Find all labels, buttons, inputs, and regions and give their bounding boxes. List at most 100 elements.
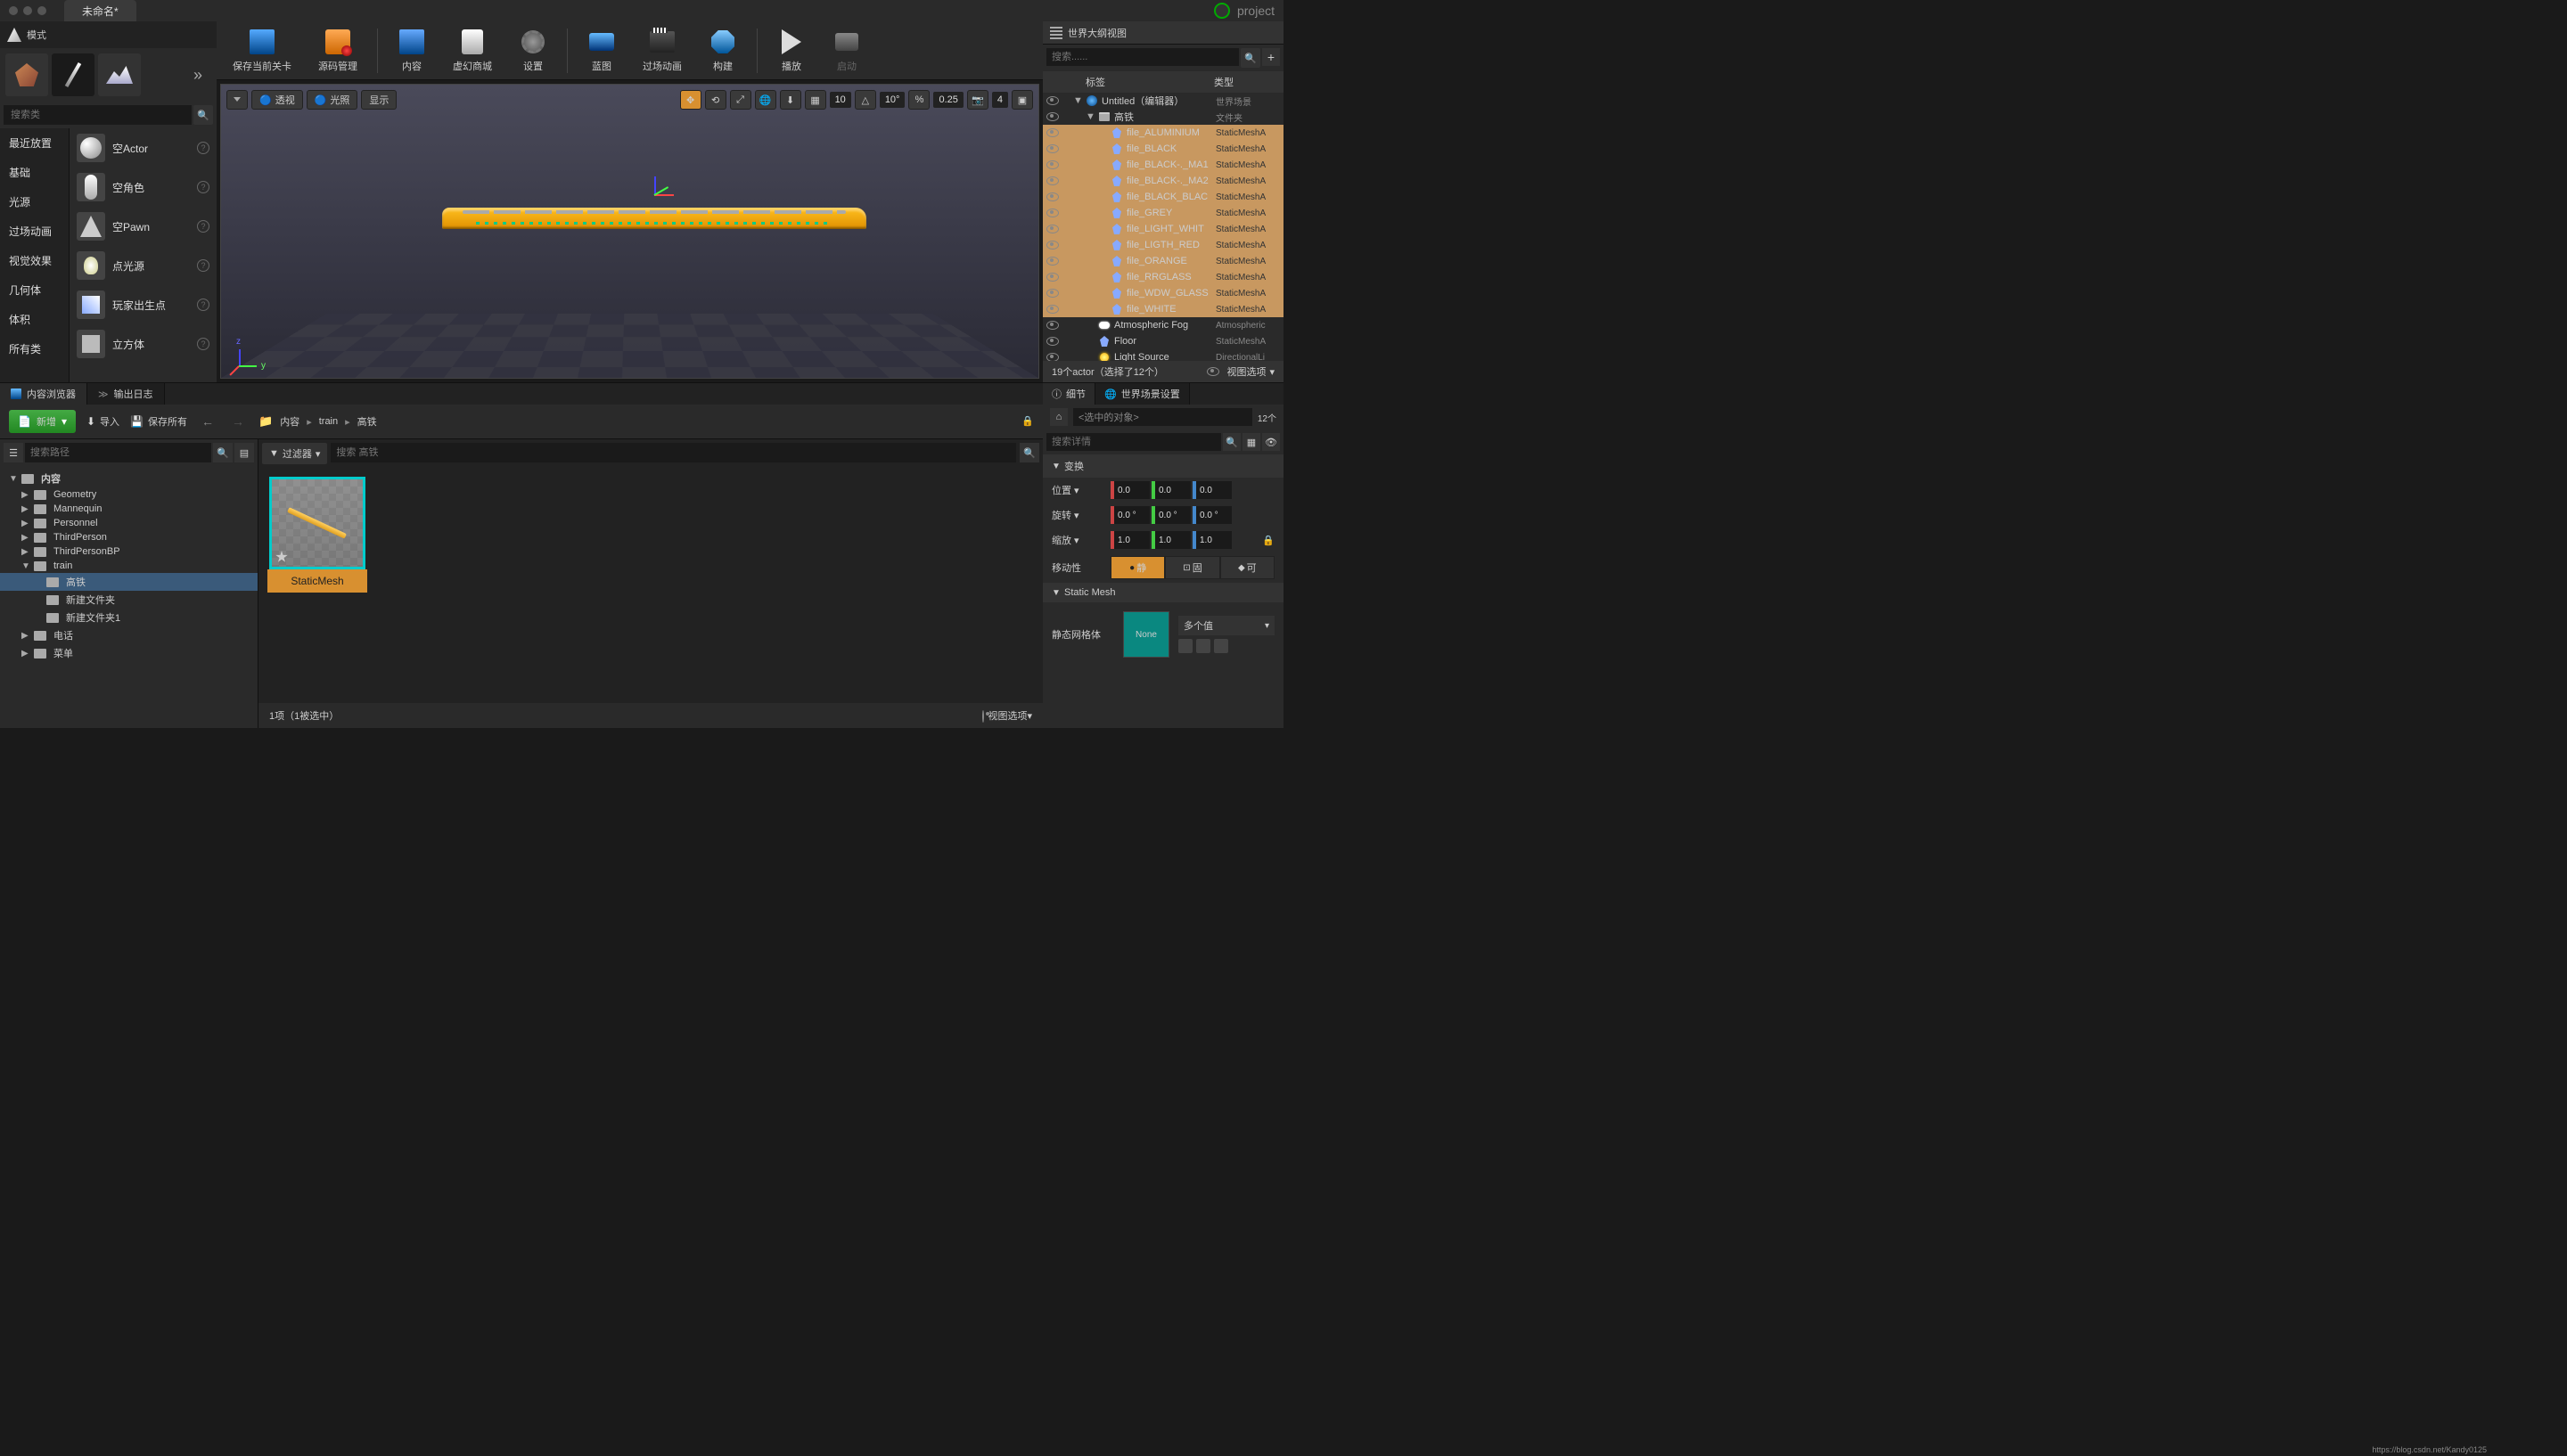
mobility-static-button[interactable]: ● 静: [1111, 556, 1165, 579]
outliner-row[interactable]: file_GREYStaticMeshA: [1043, 205, 1284, 221]
eye-icon[interactable]: 👁: [1262, 433, 1280, 451]
home-button[interactable]: ⌂: [1050, 408, 1068, 426]
scale-gizmo-button[interactable]: ⤢: [730, 90, 751, 110]
breadcrumb-item[interactable]: 高铁: [357, 414, 377, 429]
mesh-dropdown[interactable]: 多个值 ▾: [1178, 616, 1275, 635]
outliner-row[interactable]: file_BLACKStaticMeshA: [1043, 141, 1284, 157]
place-item[interactable]: 点光源?: [70, 246, 217, 285]
scale-snap-button[interactable]: %: [908, 90, 930, 110]
location-z-input[interactable]: 0.0: [1193, 481, 1232, 499]
tab-output-log[interactable]: ≫输出日志: [87, 383, 165, 405]
rotation-x-input[interactable]: 0.0 °: [1111, 506, 1150, 524]
grid-snap-value[interactable]: 10: [830, 92, 851, 108]
collapse-tree-button[interactable]: ▤: [234, 443, 254, 462]
category-体积[interactable]: 体积: [0, 305, 69, 334]
matrix-view-button[interactable]: ▦: [1242, 433, 1260, 451]
category-最近放置[interactable]: 最近放置: [0, 128, 69, 158]
maximize-dot[interactable]: [37, 6, 46, 15]
translate-gizmo-button[interactable]: ✥: [680, 90, 701, 110]
col-type[interactable]: 类型: [1214, 75, 1276, 89]
outliner-row[interactable]: ▼Untitled（编辑器）世界场景: [1043, 93, 1284, 109]
angle-snap-value[interactable]: 10°: [880, 92, 906, 108]
scale-snap-value[interactable]: 0.25: [933, 92, 963, 108]
category-几何体[interactable]: 几何体: [0, 275, 69, 305]
scale-lock-icon[interactable]: 🔒: [1262, 535, 1275, 546]
category-光源[interactable]: 光源: [0, 187, 69, 217]
outliner-row[interactable]: file_WHITEStaticMeshA: [1043, 301, 1284, 317]
folder-row[interactable]: ▶菜单: [0, 644, 258, 662]
outliner-row[interactable]: file_BLACK_BLACStaticMeshA: [1043, 189, 1284, 205]
section-transform[interactable]: ▼变换: [1043, 454, 1284, 478]
folder-row[interactable]: ▶ThirdPersonBP: [0, 544, 258, 559]
maximize-viewport-button[interactable]: ▣: [1012, 90, 1033, 110]
outliner-row[interactable]: Light SourceDirectionalLi: [1043, 349, 1284, 361]
category-所有类[interactable]: 所有类: [0, 334, 69, 364]
train-mesh[interactable]: [442, 208, 867, 229]
toolbar-过场动画[interactable]: 过场动画: [636, 24, 689, 77]
scale-z-input[interactable]: 1.0: [1193, 531, 1232, 549]
search-icon[interactable]: 🔍: [1241, 48, 1260, 68]
location-x-input[interactable]: 0.0: [1111, 481, 1150, 499]
outliner-row[interactable]: file_ALUMINIUMStaticMeshA: [1043, 125, 1284, 141]
scale-y-input[interactable]: 1.0: [1152, 531, 1191, 549]
place-item[interactable]: 空角色?: [70, 168, 217, 207]
mesh-thumbnail[interactable]: None: [1123, 611, 1169, 658]
toolbar-源码管理[interactable]: 源码管理: [311, 24, 365, 77]
lock-icon[interactable]: 🔒: [1021, 415, 1034, 428]
outliner-row[interactable]: Atmospheric FogAtmospheric: [1043, 317, 1284, 333]
outliner-row[interactable]: FloorStaticMeshA: [1043, 333, 1284, 349]
toolbar-保存当前关卡[interactable]: 保存当前关卡: [226, 24, 299, 77]
expand-modes-button[interactable]: »: [185, 66, 211, 85]
folder-row[interactable]: 新建文件夹1: [0, 609, 258, 626]
outliner-row[interactable]: file_ORANGEStaticMeshA: [1043, 253, 1284, 269]
show-button[interactable]: 显示: [361, 90, 397, 110]
folder-row[interactable]: ▶ThirdPerson: [0, 530, 258, 544]
scale-x-input[interactable]: 1.0: [1111, 531, 1150, 549]
rotation-z-input[interactable]: 0.0 °: [1193, 506, 1232, 524]
use-selected-button[interactable]: [1178, 639, 1193, 653]
place-item[interactable]: 空Actor?: [70, 128, 217, 168]
category-过场动画[interactable]: 过场动画: [0, 217, 69, 246]
save-all-button[interactable]: 💾 保存所有: [130, 414, 187, 429]
folder-row[interactable]: ▼train: [0, 559, 258, 573]
reset-button[interactable]: [1214, 639, 1228, 653]
perspective-button[interactable]: 🔵 透视: [251, 90, 303, 110]
toolbar-播放[interactable]: 播放: [770, 24, 813, 77]
toolbar-构建[interactable]: 构建: [701, 24, 744, 77]
camera-speed-value[interactable]: 4: [992, 92, 1008, 108]
level-tab[interactable]: 未命名*: [64, 0, 136, 21]
toolbar-启动[interactable]: 启动: [825, 24, 868, 77]
asset-staticmesh[interactable]: StaticMesh: [267, 477, 367, 694]
paint-mode-button[interactable]: [52, 53, 94, 96]
view-options-button[interactable]: 视图选项▾: [982, 708, 1032, 723]
folder-row[interactable]: 新建文件夹: [0, 591, 258, 609]
viewport-options-button[interactable]: [226, 90, 248, 110]
tab-details[interactable]: ⓘ 细节: [1043, 383, 1095, 405]
place-item[interactable]: 立方体?: [70, 324, 217, 364]
folder-row[interactable]: ▶Personnel: [0, 516, 258, 530]
project-badge[interactable]: project: [1214, 3, 1275, 19]
breadcrumb-item[interactable]: 内容: [280, 414, 299, 429]
nav-back-button[interactable]: ←: [198, 414, 217, 429]
col-label[interactable]: 标签: [1068, 75, 1214, 89]
grid-snap-button[interactable]: ▦: [805, 90, 826, 110]
folder-row[interactable]: ▶Mannequin: [0, 502, 258, 516]
rotation-y-input[interactable]: 0.0 °: [1152, 506, 1191, 524]
view-options-button[interactable]: 视图选项▾: [1207, 364, 1275, 379]
tab-content-browser[interactable]: 内容浏览器: [0, 383, 87, 405]
outliner-row[interactable]: file_RRGLASSStaticMeshA: [1043, 269, 1284, 285]
outliner-row[interactable]: file_LIGHT_WHITStaticMeshA: [1043, 221, 1284, 237]
class-search-input[interactable]: [4, 105, 192, 125]
outliner-row[interactable]: file_WDW_GLASSStaticMeshA: [1043, 285, 1284, 301]
camera-speed-button[interactable]: 📷: [967, 90, 988, 110]
import-button[interactable]: ⬇ 导入: [86, 414, 119, 429]
outliner-row[interactable]: ▼高铁文件夹: [1043, 109, 1284, 125]
filter-button[interactable]: ▼ 过滤器 ▾: [262, 443, 327, 464]
tree-search-input[interactable]: [25, 443, 211, 462]
breadcrumb-item[interactable]: train: [319, 416, 338, 427]
sources-toggle-button[interactable]: ☰: [4, 443, 23, 462]
location-y-input[interactable]: 0.0: [1152, 481, 1191, 499]
outliner-search-input[interactable]: [1046, 48, 1239, 66]
toolbar-虚幻商城[interactable]: 虚幻商城: [446, 24, 499, 77]
asset-thumbnail[interactable]: [269, 477, 365, 569]
